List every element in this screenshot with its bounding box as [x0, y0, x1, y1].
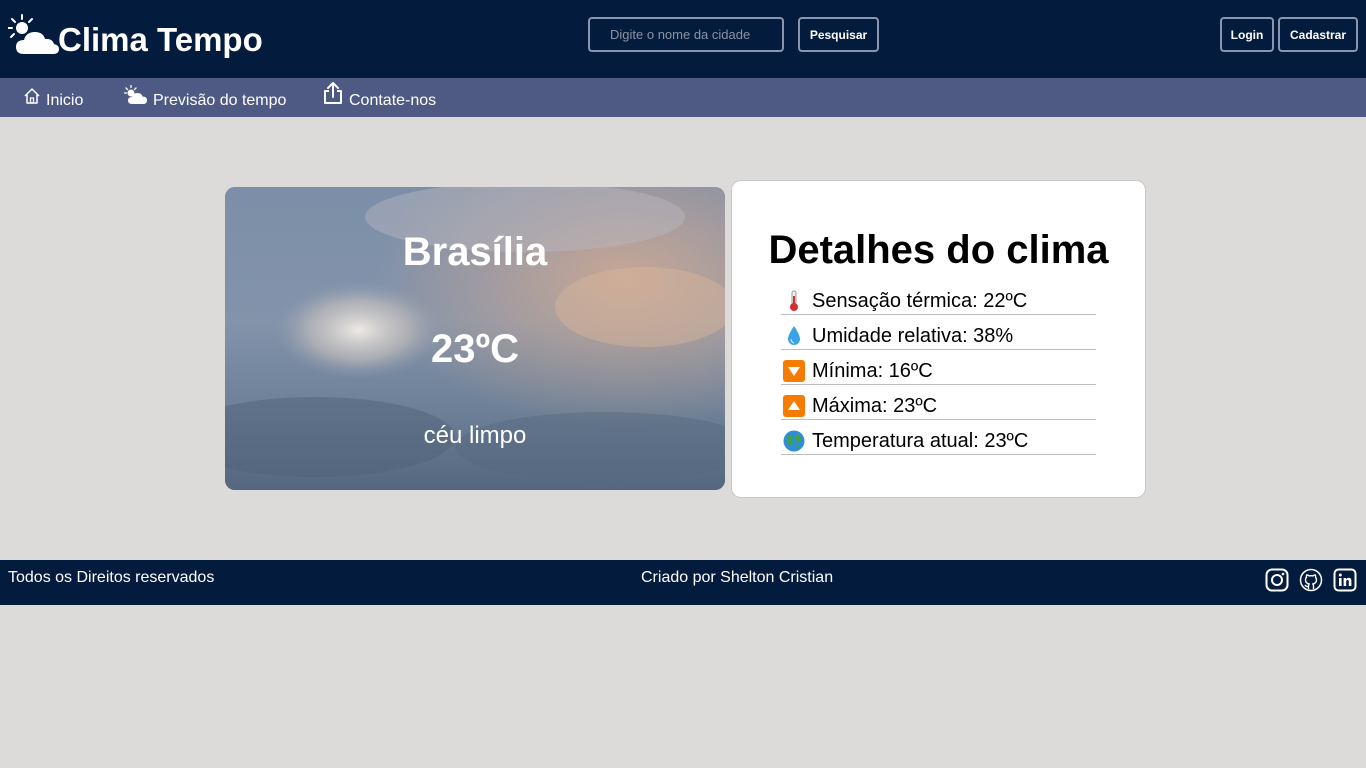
- footer: Todos os Direitos reservados Criado por …: [0, 560, 1366, 605]
- nav-item-forecast[interactable]: Previsão do tempo: [124, 78, 286, 117]
- app-title: Clima Tempo: [58, 21, 263, 58]
- login-button[interactable]: Login: [1220, 17, 1274, 52]
- droplet-icon: [782, 324, 806, 348]
- city-name: Brasília: [402, 230, 548, 274]
- thermometer-icon: [782, 289, 806, 313]
- sun-cloud-icon: [8, 14, 59, 54]
- register-button[interactable]: Cadastrar: [1278, 17, 1358, 52]
- nav-bar: Inicio Previsão do tempo Contate-nos: [0, 78, 1366, 117]
- footer-credit: Criado por Shelton Cristian: [641, 569, 834, 586]
- nav-item-home[interactable]: Inicio: [23, 78, 83, 117]
- detail-feels-like: Sensação térmica: 22ºC: [812, 290, 1028, 312]
- arrow-down-icon: [782, 359, 806, 383]
- arrow-up-icon: [782, 394, 806, 418]
- search-button[interactable]: Pesquisar: [798, 17, 879, 52]
- details-title: Detalhes do clima: [768, 228, 1109, 272]
- linkedin-icon[interactable]: [1333, 568, 1357, 592]
- footer-rights: Todos os Direitos reservados: [8, 569, 215, 586]
- home-icon: [24, 88, 40, 104]
- detail-humidity: Umidade relativa: 38%: [812, 325, 1014, 347]
- share-icon: [324, 82, 342, 104]
- list-item: Mínima: 16ºC: [781, 350, 1096, 385]
- logo[interactable]: Clima Tempo: [8, 10, 263, 66]
- list-item: Máxima: 23ºC: [781, 385, 1096, 420]
- current-temperature: 23ºC: [431, 327, 519, 371]
- github-icon[interactable]: [1299, 568, 1323, 592]
- instagram-icon[interactable]: [1265, 568, 1289, 592]
- nav-item-label: Inicio: [46, 92, 84, 109]
- detail-current-temperature: Temperatura atual: 23ºC: [812, 430, 1029, 452]
- nav-item-label: Previsão do tempo: [153, 92, 287, 109]
- detail-max: Máxima: 23ºC: [812, 395, 938, 417]
- list-item: Umidade relativa: 38%: [781, 315, 1096, 350]
- search-input[interactable]: [588, 17, 784, 52]
- weather-card: Brasília 23ºC céu limpo: [225, 187, 725, 490]
- details-list: Sensação térmica: 22ºC Umidade relativa:…: [781, 280, 1096, 455]
- header: Clima Tempo Pesquisar Login Cadastrar: [0, 0, 1366, 78]
- sun-cloud-icon: [124, 85, 147, 104]
- globe-icon: [782, 429, 806, 453]
- list-item: Temperatura atual: 23ºC: [781, 420, 1096, 455]
- details-card: Detalhes do clima Sensação térmica: 22ºC…: [731, 180, 1146, 498]
- nav-item-label: Contate-nos: [349, 92, 437, 109]
- detail-min: Mínima: 16ºC: [812, 360, 933, 382]
- nav-item-contact[interactable]: Contate-nos: [322, 78, 436, 117]
- weather-description: céu limpo: [423, 422, 527, 449]
- list-item: Sensação térmica: 22ºC: [781, 280, 1096, 315]
